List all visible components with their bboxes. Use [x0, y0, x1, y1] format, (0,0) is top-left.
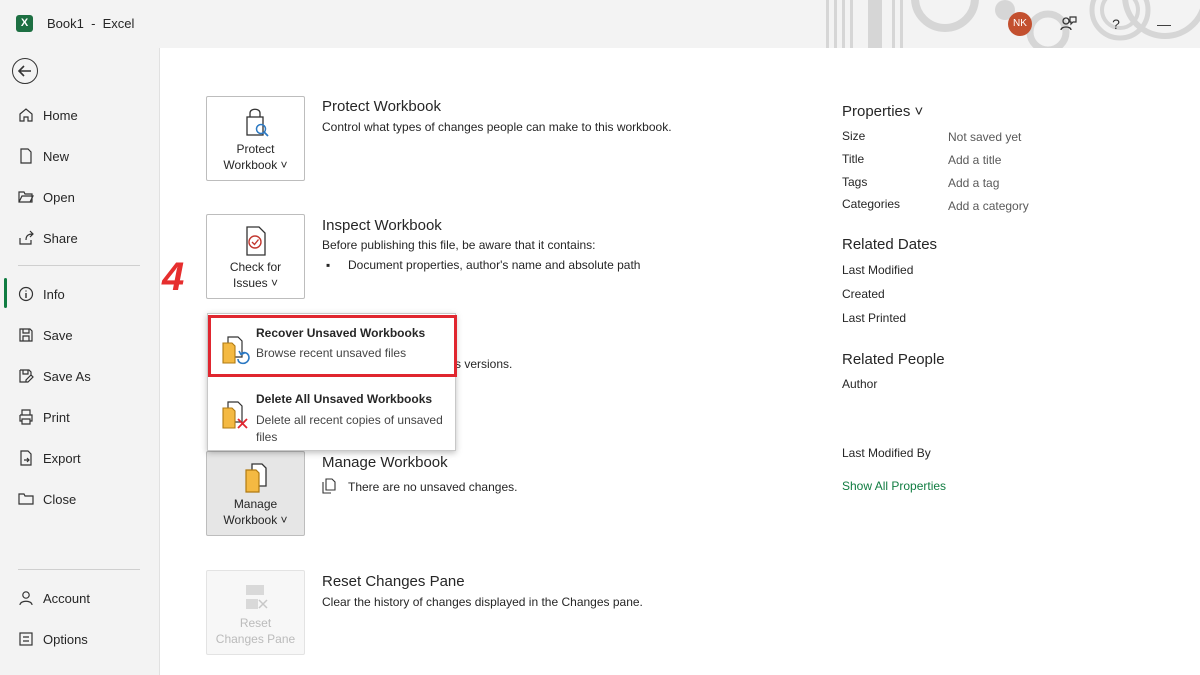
protect-workbook-description: Control what types of changes people can… — [322, 120, 672, 134]
related-dates-heading: Related Dates — [842, 236, 938, 253]
home-icon — [17, 106, 35, 124]
tile-label: Check for — [229, 260, 282, 274]
reset-changes-title: Reset Changes Pane — [322, 573, 465, 590]
delete-all-unsaved-workbooks-item[interactable]: Delete All Unsaved Workbooks Delete all … — [208, 381, 457, 451]
manage-workbook-button[interactable]: Manage Workbook ˅ — [206, 451, 305, 536]
save-icon — [17, 326, 35, 344]
sidebar-item-label: Save As — [43, 368, 91, 384]
tile-label: Reset — [239, 616, 272, 630]
user-avatar[interactable]: NK — [1008, 12, 1032, 36]
document-title: Book1 - Excel — [47, 16, 135, 31]
person-icon — [17, 589, 35, 607]
sidebar-item-options[interactable]: Options — [0, 622, 160, 656]
property-label: Title — [842, 152, 865, 166]
tags-field[interactable]: Add a tag — [948, 176, 999, 190]
sidebar-item-label: Options — [43, 631, 88, 647]
sidebar-item-label: Close — [43, 491, 77, 507]
new-document-icon — [17, 147, 35, 165]
tile-label: Changes Pane — [215, 632, 296, 646]
backstage-sidebar: Home New Open Share Info Save Save As Pr… — [0, 48, 160, 675]
check-document-icon — [207, 225, 304, 259]
share-icon — [17, 229, 35, 247]
sidebar-item-label: Info — [43, 286, 65, 302]
sidebar-divider — [18, 569, 140, 570]
property-label: Created — [842, 287, 885, 301]
protect-workbook-button[interactable]: Protect Workbook ˅ — [206, 96, 305, 181]
related-people-heading: Related People — [842, 351, 945, 368]
minimize-icon[interactable]: — — [1152, 12, 1176, 36]
menu-item-subtitle: Delete all recent copies of unsaved file… — [256, 413, 443, 444]
tile-label: Manage — [233, 497, 278, 511]
sidebar-item-info[interactable]: Info — [0, 277, 160, 311]
sidebar-item-close[interactable]: Close — [0, 482, 160, 516]
export-icon — [17, 449, 35, 467]
excel-logo-icon: X — [16, 15, 33, 32]
lock-document-icon — [207, 107, 304, 141]
info-icon — [17, 285, 35, 303]
title-field[interactable]: Add a title — [948, 153, 1001, 167]
categories-field[interactable]: Add a category — [948, 199, 1029, 213]
sidebar-item-save[interactable]: Save — [0, 318, 160, 352]
properties-heading[interactable]: Properties ˅ — [842, 103, 923, 120]
tile-label: Workbook ˅ — [223, 513, 288, 527]
sidebar-item-label: Save — [43, 327, 73, 343]
manage-document-icon — [207, 462, 304, 496]
property-label: Size — [842, 129, 866, 143]
tile-label: Protect — [236, 142, 275, 156]
document-small-icon — [322, 478, 336, 497]
inspect-workbook-description: Before publishing this file, be aware th… — [322, 238, 596, 252]
back-arrow-icon[interactable] — [12, 58, 38, 84]
property-label: Categories — [842, 197, 901, 211]
sidebar-item-label: Print — [43, 409, 70, 425]
sidebar-item-open[interactable]: Open — [0, 180, 160, 214]
sidebar-item-new[interactable]: New — [0, 139, 160, 173]
sidebar-item-label: New — [43, 148, 70, 164]
tile-label: Issues ˅ — [232, 276, 279, 290]
sidebar-item-label: Share — [43, 230, 78, 246]
sidebar-item-label: Export — [43, 450, 81, 466]
protect-workbook-title: Protect Workbook — [322, 98, 441, 115]
sidebar-item-print[interactable]: Print — [0, 400, 160, 434]
annotation-highlight-box — [208, 315, 457, 377]
property-label: Tags — [842, 175, 868, 189]
sidebar-item-share[interactable]: Share — [0, 221, 160, 255]
save-as-icon — [17, 367, 35, 385]
sidebar-item-label: Home — [43, 107, 78, 123]
inspect-workbook-title: Inspect Workbook — [322, 217, 442, 234]
help-icon[interactable]: ? — [1104, 12, 1128, 36]
close-folder-icon — [17, 490, 35, 508]
property-label: Last Modified — [842, 263, 914, 277]
versions-description: s versions. — [455, 357, 513, 371]
feedback-icon[interactable] — [1056, 12, 1080, 36]
options-icon — [17, 630, 35, 648]
property-label: Last Modified By — [842, 446, 931, 460]
sidebar-item-account[interactable]: Account — [0, 581, 160, 615]
menu-item-title: Delete All Unsaved Workbooks — [256, 392, 433, 406]
property-label: Last Printed — [842, 311, 907, 325]
sidebar-item-save-as[interactable]: Save As — [0, 359, 160, 393]
delete-document-icon — [220, 400, 250, 432]
sidebar-divider — [18, 265, 140, 266]
reset-changes-icon — [207, 581, 304, 615]
title-bar: X Book1 - Excel NK ? — — [0, 0, 1200, 48]
reset-changes-description: Clear the history of changes displayed i… — [322, 595, 643, 609]
sidebar-item-home[interactable]: Home — [0, 98, 160, 132]
property-label: Author — [842, 377, 878, 391]
inspect-bullet-text: Document properties, author's name and a… — [348, 258, 641, 272]
show-all-properties-link[interactable]: Show All Properties — [842, 479, 946, 493]
property-value: Not saved yet — [948, 130, 1022, 144]
manage-workbook-title: Manage Workbook — [322, 454, 448, 471]
printer-icon — [17, 408, 35, 426]
reset-changes-pane-button: Reset Changes Pane — [206, 570, 305, 655]
step-marker: 4 — [162, 255, 185, 299]
sidebar-item-label: Account — [43, 590, 90, 606]
manage-workbook-description: There are no unsaved changes. — [348, 480, 518, 494]
bullet-icon: ▪ — [326, 258, 331, 272]
tile-label: Workbook ˅ — [223, 158, 288, 172]
sidebar-item-label: Open — [43, 189, 75, 205]
check-for-issues-button[interactable]: Check for Issues ˅ — [206, 214, 305, 299]
sidebar-item-export[interactable]: Export — [0, 441, 160, 475]
folder-open-icon — [17, 188, 35, 206]
